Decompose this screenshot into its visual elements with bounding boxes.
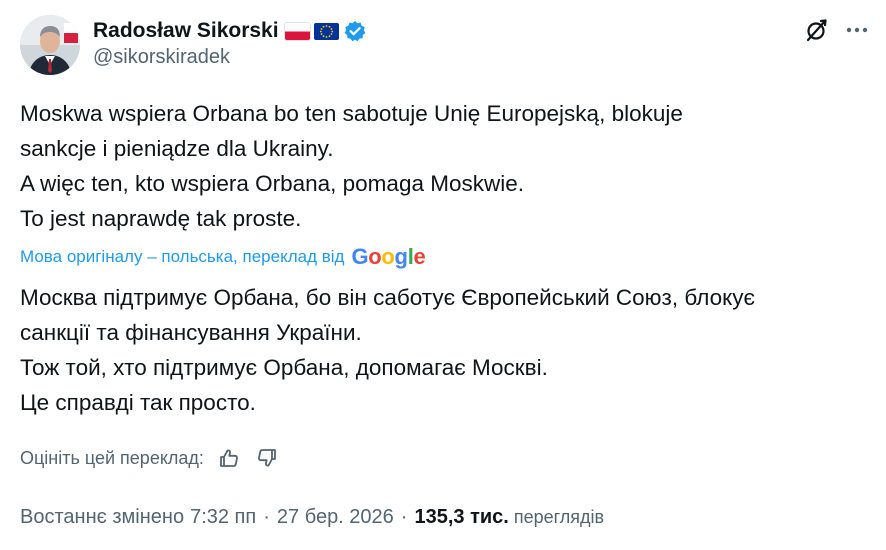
rate-translation: Оцініть цей переклад: [20, 444, 278, 472]
google-logo: Google [351, 244, 426, 269]
rate-translation-label: Оцініть цей переклад: [20, 447, 204, 468]
thumbs-up-icon[interactable] [218, 447, 240, 469]
verified-badge-icon[interactable] [344, 20, 366, 42]
tweet-meta: Востаннє змінено 7:32 пп · 27 бер. 2026 … [20, 502, 604, 532]
translation-note[interactable]: Мова оригіналу – польська, переклад від … [20, 243, 426, 271]
author-name[interactable]: Radosław Sikorski [93, 19, 279, 43]
author-handle[interactable]: @sikorskiradek [93, 46, 230, 69]
tweet-original-text: Moskwa wspiera Orbana bo ten sabotuje Un… [20, 96, 870, 236]
translation-note-text[interactable]: Мова оригіналу – польська, переклад від [20, 247, 344, 267]
views-count[interactable]: 135,3 тис. [414, 506, 508, 529]
thumbs-down-icon[interactable] [256, 447, 278, 469]
flag-eu-icon [313, 22, 339, 40]
tweet-line: To jest naprawdę tak proste. [20, 206, 302, 231]
tweet-line: Moskwa wspiera Orbana bo ten sabotuje Un… [20, 101, 683, 126]
translated-line: Москва підтримує Орбана, бо він саботує … [20, 285, 755, 310]
translated-line: Це справді так просто. [20, 390, 256, 415]
tweet-translated-text: Москва підтримує Орбана, бо він саботує … [20, 280, 880, 420]
translated-line: Тож той, хто підтримує Орбана, допомагає… [20, 355, 548, 380]
tweet-time[interactable]: 7:32 пп [190, 506, 256, 529]
edited-label[interactable]: Востаннє змінено [20, 506, 184, 529]
separator: · [400, 505, 408, 528]
tweet-line: A więc ten, kto wspiera Orbana, pomaga M… [20, 171, 524, 196]
separator: · [263, 505, 270, 528]
translated-line: санкції та фінансування України. [20, 320, 362, 345]
tweet-date[interactable]: 27 бер. 2026 [277, 506, 394, 529]
more-icon[interactable] [844, 17, 870, 43]
views-label: переглядів [513, 506, 605, 527]
grok-icon[interactable] [804, 17, 830, 43]
avatar[interactable] [20, 15, 80, 75]
tweet-line: sankcje i pieniądze dla Ukrainy. [20, 136, 334, 161]
flag-poland-icon [284, 22, 310, 40]
